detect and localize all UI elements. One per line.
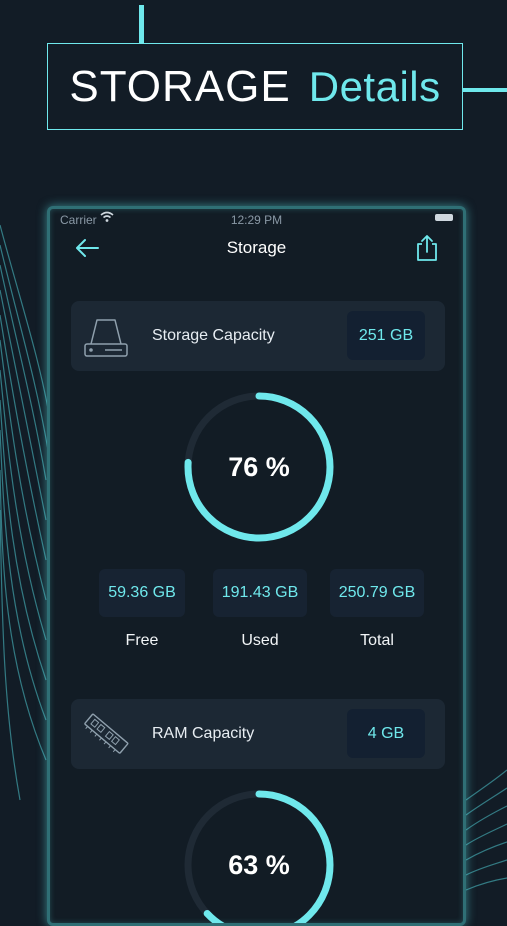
ram-capacity-card: RAM Capacity 4 GB [71,699,445,769]
status-bar: Carrier 12:29 PM [50,211,463,229]
headline-banner: STORAGE Details [47,43,463,130]
stat-free-value: 59.36 GB [99,569,185,617]
stat-total-value: 250.79 GB [330,569,424,617]
storage-capacity-card: Storage Capacity 251 GB [71,301,445,371]
nav-title: Storage [226,238,287,257]
navigation-bar: Storage [50,231,463,265]
status-time: 12:29 PM [230,213,283,227]
phone-screen: Carrier 12:29 PM Storage Storage Capacit… [47,206,466,926]
ram-usage-ring: 63 % [183,789,335,923]
stat-total-caption: Total [360,632,394,649]
storage-capacity-label: Storage Capacity [152,327,275,344]
headline-connector-top [139,5,144,44]
headline-title-light: Details [308,62,441,110]
ram-chip-icon [84,713,129,754]
stat-free: 59.36 GB Free [99,569,185,650]
hard-drive-icon [84,319,128,357]
stat-total: 250.79 GB Total [330,569,424,650]
headline-connector-right [463,88,507,92]
ram-capacity-label: RAM Capacity [152,725,255,742]
stat-used-value: 191.43 GB [213,569,307,617]
share-icon[interactable] [413,233,441,263]
battery-icon [435,214,453,221]
storage-capacity-value: 251 GB [347,311,425,360]
headline-title-strong: STORAGE [69,61,291,111]
stat-free-caption: Free [125,632,159,649]
ram-usage-percent: 63 % [228,849,290,880]
ram-capacity-value: 4 GB [347,709,425,758]
storage-usage-ring: 76 % [183,391,335,543]
stat-used-caption: Used [241,632,279,649]
stat-used: 191.43 GB Used [213,569,307,650]
storage-usage-percent: 76 % [228,451,290,482]
